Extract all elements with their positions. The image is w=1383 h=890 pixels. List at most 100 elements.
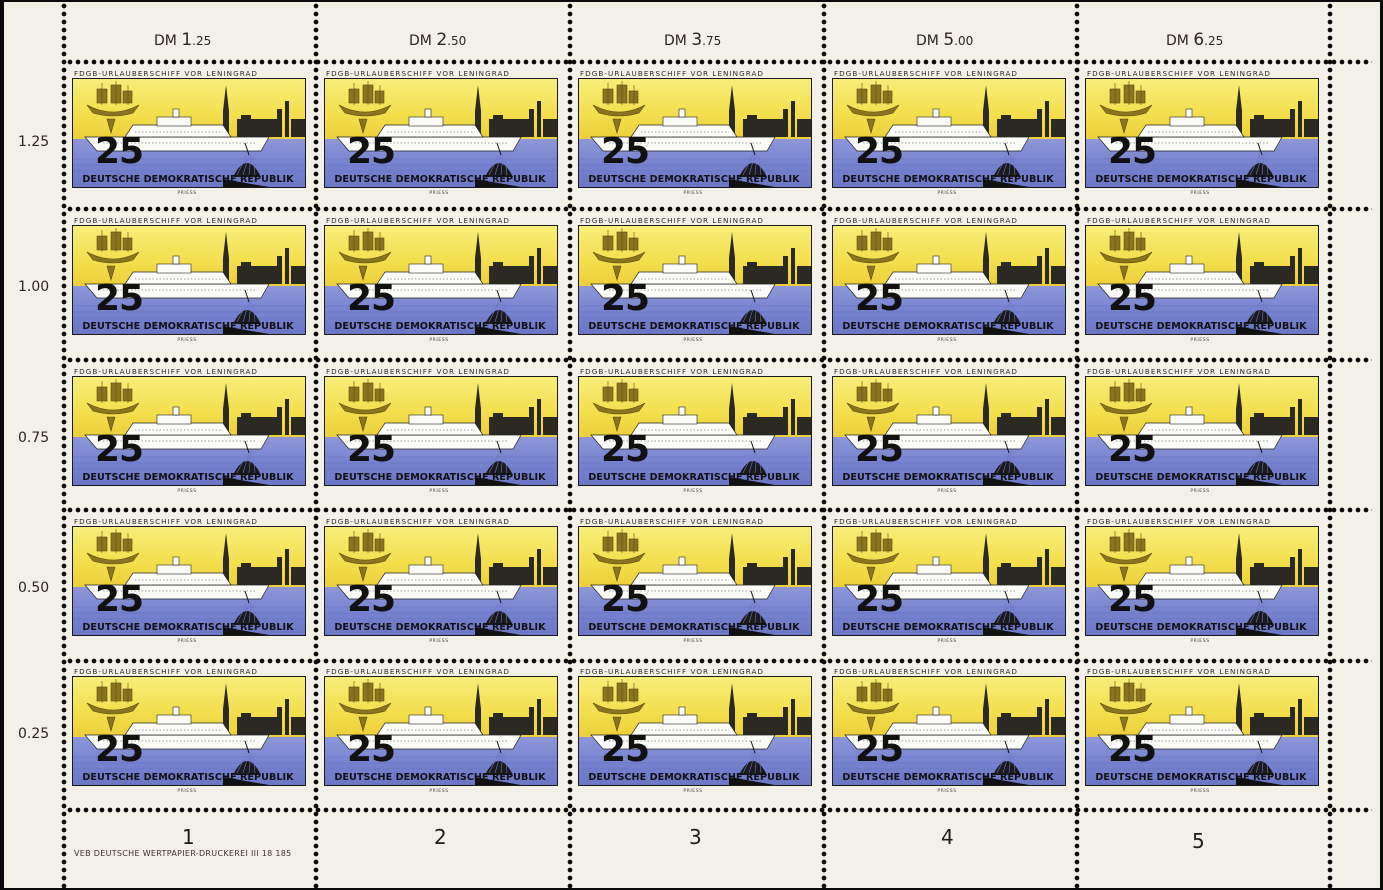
- stamp-frame: 25: [578, 526, 812, 636]
- ship-emblem-icon: [592, 379, 646, 433]
- ship-emblem-icon: [86, 679, 140, 733]
- stamp-designer: PRIESS: [683, 489, 703, 494]
- ship-emblem-icon: [338, 81, 392, 135]
- column-number-1: 1: [182, 825, 195, 849]
- stamp-denomination: 25: [1108, 429, 1157, 470]
- stamp-designer: PRIESS: [683, 789, 703, 794]
- stamp: FDGB-URLAUBERSCHIFF VOR LENINGRAD 25 DEUTS…: [318, 68, 560, 206]
- top-margin-value-4: DM 5.00: [916, 30, 974, 50]
- stamp-caption: FDGB-URLAUBERSCHIFF VOR LENINGRAD: [74, 517, 259, 526]
- stamp-frame: 25: [578, 225, 812, 335]
- stamp: FDGB-URLAUBERSCHIFF VOR LENINGRAD 25 DEUTS…: [1079, 68, 1321, 206]
- stamp: FDGB-URLAUBERSCHIFF VOR LENINGRAD 25 DEUTS…: [66, 366, 308, 504]
- perforation-row: [66, 357, 1372, 363]
- stamp-frame: 25: [578, 78, 812, 188]
- stamp-caption: FDGB-URLAUBERSCHIFF VOR LENINGRAD: [580, 517, 765, 526]
- stamp-denomination: 25: [1108, 131, 1157, 172]
- ship-emblem-icon: [86, 228, 140, 282]
- stamp-denomination: 25: [601, 278, 650, 319]
- stamp-designer: PRIESS: [429, 489, 449, 494]
- ship-emblem-icon: [592, 81, 646, 135]
- stamp-country: DEUTSCHE DEMOKRATISCHE REPUBLIK: [334, 174, 546, 185]
- stamp-designer: PRIESS: [1190, 191, 1210, 196]
- ship-emblem-icon: [1099, 529, 1153, 583]
- stamp-designer: PRIESS: [429, 338, 449, 343]
- ship-emblem-icon: [846, 81, 900, 135]
- stamp: FDGB-URLAUBERSCHIFF VOR LENINGRAD 25 DEUTS…: [66, 215, 308, 353]
- stamp-country: DEUTSCHE DEMOKRATISCHE REPUBLIK: [334, 472, 546, 483]
- ship-emblem-icon: [592, 228, 646, 282]
- stamp-caption: FDGB-URLAUBERSCHIFF VOR LENINGRAD: [326, 667, 511, 676]
- stamp-country: DEUTSCHE DEMOKRATISCHE REPUBLIK: [1095, 622, 1307, 633]
- top-margin-value-2: DM 2.50: [409, 30, 467, 50]
- stamp-designer: PRIESS: [429, 191, 449, 196]
- ship-emblem-icon: [592, 529, 646, 583]
- stamp-country: DEUTSCHE DEMOKRATISCHE REPUBLIK: [842, 174, 1054, 185]
- perforation-row: [66, 807, 1372, 813]
- stamp-caption: FDGB-URLAUBERSCHIFF VOR LENINGRAD: [326, 367, 511, 376]
- stamp-caption: FDGB-URLAUBERSCHIFF VOR LENINGRAD: [326, 216, 511, 225]
- stamp-frame: 25: [832, 225, 1066, 335]
- stamp-designer: PRIESS: [1190, 789, 1210, 794]
- stamp-frame: 25: [72, 376, 306, 486]
- stamp-denomination: 25: [855, 131, 904, 172]
- top-margin-value-5: DM 6.25: [1166, 30, 1224, 50]
- stamp-denomination: 25: [601, 579, 650, 620]
- stamp-caption: FDGB-URLAUBERSCHIFF VOR LENINGRAD: [74, 216, 259, 225]
- stamp-caption: FDGB-URLAUBERSCHIFF VOR LENINGRAD: [1087, 367, 1272, 376]
- stamp-designer: PRIESS: [937, 789, 957, 794]
- stamp: FDGB-URLAUBERSCHIFF VOR LENINGRAD 25 DEUTS…: [572, 366, 814, 504]
- stamp-frame: 25: [832, 676, 1066, 786]
- stamp: FDGB-URLAUBERSCHIFF VOR LENINGRAD 25 DEUTS…: [826, 68, 1068, 206]
- stamp-denomination: 25: [855, 729, 904, 770]
- stamp-country: DEUTSCHE DEMOKRATISCHE REPUBLIK: [82, 772, 294, 783]
- row-value-2: 1.00: [18, 279, 50, 295]
- column-number-3: 3: [689, 825, 702, 849]
- stamp-frame: 25: [832, 78, 1066, 188]
- stamp-denomination: 25: [347, 429, 396, 470]
- column-number-2: 2: [434, 825, 447, 849]
- stamp: FDGB-URLAUBERSCHIFF VOR LENINGRAD 25 DEUTS…: [572, 68, 814, 206]
- stamp-country: DEUTSCHE DEMOKRATISCHE REPUBLIK: [334, 772, 546, 783]
- perforation-row: [66, 507, 1372, 513]
- stamp-frame: 25: [72, 225, 306, 335]
- stamp-frame: 25: [1085, 225, 1319, 335]
- stamp: FDGB-URLAUBERSCHIFF VOR LENINGRAD 25 DEUTS…: [318, 215, 560, 353]
- row-value-3: 0.75: [18, 430, 50, 446]
- row-value-1: 1.25: [18, 134, 50, 150]
- stamp-designer: PRIESS: [937, 338, 957, 343]
- stamp-country: DEUTSCHE DEMOKRATISCHE REPUBLIK: [1095, 772, 1307, 783]
- stamp-frame: 25: [1085, 78, 1319, 188]
- stamp-frame: 25: [1085, 376, 1319, 486]
- perforation-row: [66, 658, 1372, 664]
- stamp-frame: 25: [578, 376, 812, 486]
- stamp-designer: PRIESS: [937, 489, 957, 494]
- stamp-caption: FDGB-URLAUBERSCHIFF VOR LENINGRAD: [1087, 216, 1272, 225]
- stamp-country: DEUTSCHE DEMOKRATISCHE REPUBLIK: [588, 321, 800, 332]
- stamp-designer: PRIESS: [683, 338, 703, 343]
- stamp-frame: 25: [832, 376, 1066, 486]
- stamp: FDGB-URLAUBERSCHIFF VOR LENINGRAD 25 DEUTS…: [318, 366, 560, 504]
- stamp-sheet: DM 1.25 DM 2.50 DM 3.75 DM 5.00 DM 6.25 …: [4, 2, 1380, 888]
- stamp-frame: 25: [324, 78, 558, 188]
- ship-emblem-icon: [846, 379, 900, 433]
- stamp: FDGB-URLAUBERSCHIFF VOR LENINGRAD 25 DEUTS…: [318, 516, 560, 654]
- stamp-frame: 25: [72, 78, 306, 188]
- stamp-frame: 25: [72, 526, 306, 636]
- ship-emblem-icon: [86, 81, 140, 135]
- stamp-frame: 25: [832, 526, 1066, 636]
- stamp-caption: FDGB-URLAUBERSCHIFF VOR LENINGRAD: [580, 69, 765, 78]
- stamp: FDGB-URLAUBERSCHIFF VOR LENINGRAD 25 DEUTS…: [66, 516, 308, 654]
- stamp-denomination: 25: [855, 579, 904, 620]
- stamp-country: DEUTSCHE DEMOKRATISCHE REPUBLIK: [588, 174, 800, 185]
- perforation-row: [66, 206, 1372, 212]
- stamp-caption: FDGB-URLAUBERSCHIFF VOR LENINGRAD: [834, 216, 1019, 225]
- top-margin-value-1: DM 1.25: [154, 30, 212, 50]
- ship-emblem-icon: [846, 228, 900, 282]
- stamp-denomination: 25: [1108, 278, 1157, 319]
- stamp-caption: FDGB-URLAUBERSCHIFF VOR LENINGRAD: [580, 216, 765, 225]
- stamp-denomination: 25: [1108, 579, 1157, 620]
- stamp-denomination: 25: [1108, 729, 1157, 770]
- stamp-country: DEUTSCHE DEMOKRATISCHE REPUBLIK: [588, 772, 800, 783]
- stamp-country: DEUTSCHE DEMOKRATISCHE REPUBLIK: [588, 472, 800, 483]
